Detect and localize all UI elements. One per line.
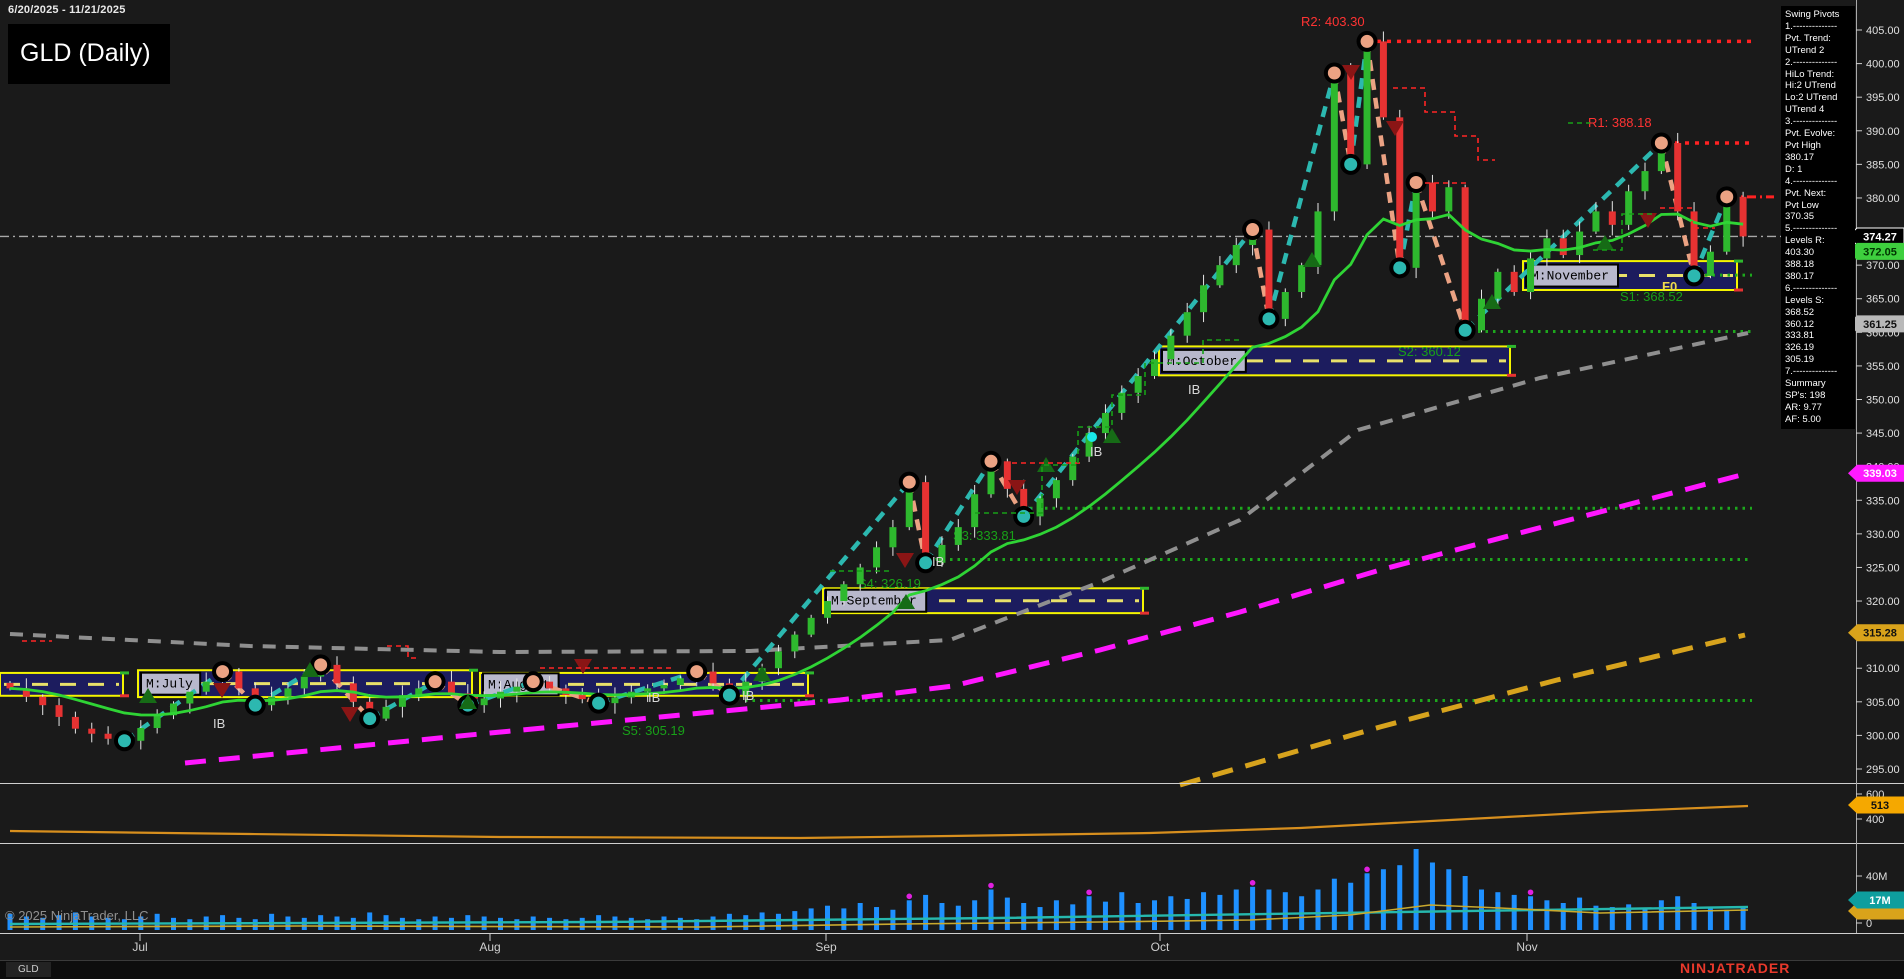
svg-text:S4: 326.19: S4: 326.19 xyxy=(858,576,921,591)
swing-pivots-panel: Swing Pivots 1.-------------- Pvt. Trend… xyxy=(1781,6,1855,429)
svg-text:Nov: Nov xyxy=(1516,940,1537,954)
svg-text:315.28: 315.28 xyxy=(1863,628,1897,640)
x-axis-layer: Jul Aug Sep Oct Nov xyxy=(132,933,1537,954)
svg-text:400: 400 xyxy=(1866,814,1884,826)
svg-text:339.03: 339.03 xyxy=(1863,468,1897,480)
axes-layer: 405.00400.00395.00390.00385.00380.00375.… xyxy=(0,0,1904,934)
month-chip[interactable]: M:November xyxy=(1526,265,1618,287)
svg-text:330.00: 330.00 xyxy=(1866,529,1900,541)
svg-text:S5: 305.19: S5: 305.19 xyxy=(622,723,685,738)
svg-text:R1: 388.18: R1: 388.18 xyxy=(1588,115,1652,130)
copyright-watermark: © 2025 NinjaTrader, LLC xyxy=(5,908,149,923)
svg-text:405.00: 405.00 xyxy=(1866,25,1900,37)
svg-text:Oct: Oct xyxy=(1151,940,1170,954)
svg-text:IB: IB xyxy=(742,688,754,703)
symbol-title: GLD (Daily) xyxy=(8,24,170,84)
volume-layer: 40M 0 xyxy=(8,849,1888,930)
svg-text:320.00: 320.00 xyxy=(1866,596,1900,608)
svg-text:395.00: 395.00 xyxy=(1866,92,1900,104)
svg-text:335.00: 335.00 xyxy=(1866,495,1900,507)
svg-text:305.00: 305.00 xyxy=(1866,697,1900,709)
svg-text:325.00: 325.00 xyxy=(1866,562,1900,574)
svg-text:17M: 17M xyxy=(1869,895,1890,907)
svg-text:IB: IB xyxy=(1090,444,1102,459)
svg-text:S3: 333.81: S3: 333.81 xyxy=(953,528,1016,543)
price-chart[interactable]: M:JulyM:AugustM:SeptemberM:OctoberM:Nove… xyxy=(0,0,1904,979)
svg-text:400.00: 400.00 xyxy=(1866,59,1900,71)
svg-text:295.00: 295.00 xyxy=(1866,764,1900,776)
svg-text:355.00: 355.00 xyxy=(1866,361,1900,373)
svg-text:IB: IB xyxy=(648,690,660,705)
ninjatrader-window: { "header": { "date_range": "6/20/2025 -… xyxy=(0,0,1904,979)
svg-text:Aug: Aug xyxy=(479,940,500,954)
candles-layer xyxy=(7,32,1747,750)
svg-text:Sep: Sep xyxy=(815,940,837,954)
svg-text:300.00: 300.00 xyxy=(1866,730,1900,742)
svg-text:350.00: 350.00 xyxy=(1866,395,1900,407)
svg-text:S2: 360.12: S2: 360.12 xyxy=(1398,344,1461,359)
date-range: 6/20/2025 - 11/21/2025 xyxy=(8,4,126,16)
svg-text:M:July: M:July xyxy=(146,677,193,692)
svg-text:365.00: 365.00 xyxy=(1866,294,1900,306)
svg-text:M:November: M:November xyxy=(1531,269,1609,284)
svg-text:M:October: M:October xyxy=(1167,354,1237,369)
svg-text:385.00: 385.00 xyxy=(1866,159,1900,171)
svg-text:40M: 40M xyxy=(1866,871,1887,883)
svg-text:370.00: 370.00 xyxy=(1866,260,1900,272)
svg-text:345.00: 345.00 xyxy=(1866,428,1900,440)
ema-layer xyxy=(10,214,1743,715)
svg-text:IB: IB xyxy=(932,554,944,569)
svg-text:361.25: 361.25 xyxy=(1863,319,1897,331)
panel2-layer: 600400 xyxy=(10,789,1884,838)
tab-gld[interactable]: GLD xyxy=(6,962,51,977)
svg-text:IB: IB xyxy=(213,716,225,731)
svg-text:IB: IB xyxy=(1188,382,1200,397)
svg-text:F0: F0 xyxy=(1662,279,1677,294)
svg-text:380.00: 380.00 xyxy=(1866,193,1900,205)
svg-text:390.00: 390.00 xyxy=(1866,126,1900,138)
svg-text:310.00: 310.00 xyxy=(1866,663,1900,675)
svg-text:513: 513 xyxy=(1871,800,1889,812)
svg-text:0: 0 xyxy=(1866,918,1872,930)
svg-text:R2: 403.30: R2: 403.30 xyxy=(1301,14,1365,29)
ninjatrader-logo: NINJATRADER xyxy=(1680,960,1790,976)
svg-text:374.27: 374.27 xyxy=(1863,231,1897,243)
svg-text:372.05: 372.05 xyxy=(1863,246,1897,258)
svg-text:Jul: Jul xyxy=(132,940,147,954)
status-bar xyxy=(0,960,1904,979)
zigzag-layer xyxy=(124,41,1726,740)
